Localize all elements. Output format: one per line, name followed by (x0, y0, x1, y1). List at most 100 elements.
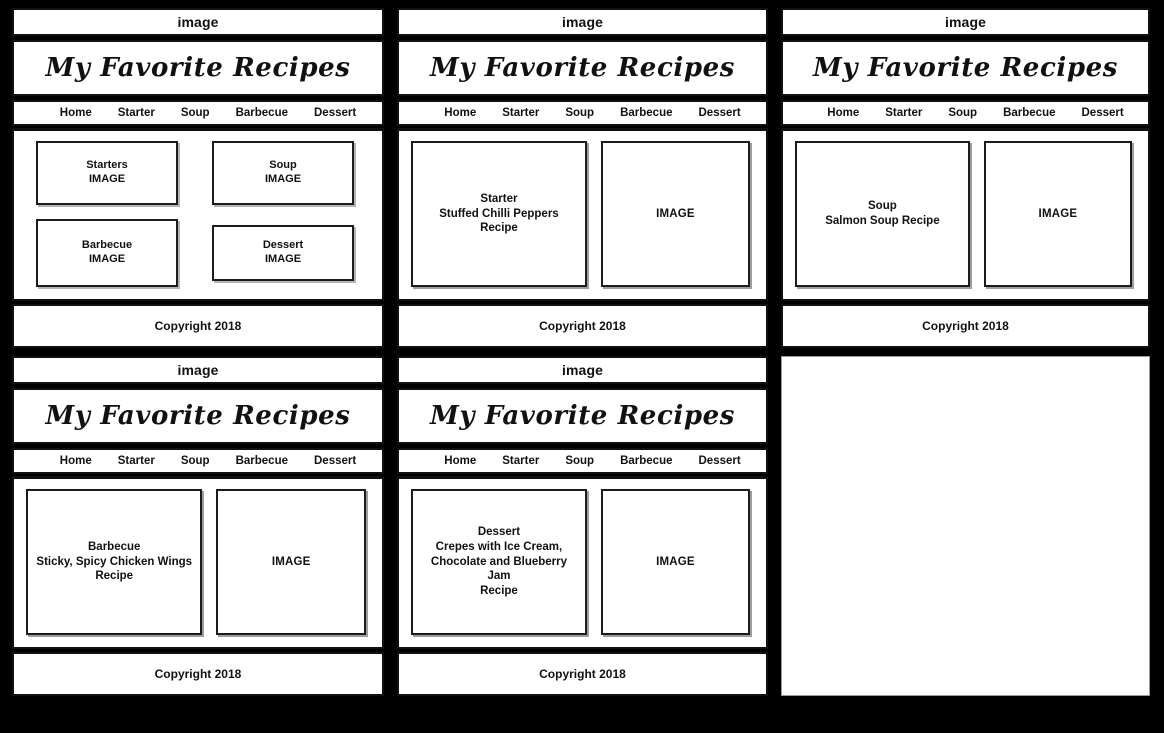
panel-dessert-inner: image My Favorite Recipes Home Starter S… (397, 356, 768, 696)
recipe-content-area: Dessert Crepes with Ice Cream, Chocolate… (397, 476, 768, 649)
image-bar: image (397, 8, 768, 36)
panel-home[interactable]: image My Favorite Recipes Home Starter S… (12, 8, 384, 348)
nav-item-barbecue[interactable]: Barbecue (236, 107, 288, 119)
recipe-text-box[interactable]: Starter Stuffed Chilli Peppers Recipe (411, 141, 587, 287)
nav-item-dessert[interactable]: Dessert (1082, 107, 1124, 119)
panel-barbecue[interactable]: image My Favorite Recipes Home Starter S… (12, 356, 384, 696)
image-bar: image (781, 8, 1150, 36)
nav-item-soup[interactable]: Soup (181, 455, 210, 467)
nav-item-barbecue[interactable]: Barbecue (1003, 107, 1055, 119)
category-tile-title: Starters (86, 159, 128, 172)
nav-item-home[interactable]: Home (444, 107, 476, 119)
recipe-text-box[interactable]: Dessert Crepes with Ice Cream, Chocolate… (411, 489, 587, 635)
panel-soup-inner: image My Favorite Recipes Home Starter S… (781, 8, 1150, 348)
panel-blank-inner (781, 356, 1150, 696)
nav-list: Home Starter Soup Barbecue Dessert (444, 455, 740, 467)
nav-item-starter[interactable]: Starter (118, 107, 155, 119)
recipe-content-area: Barbecue Sticky, Spicy Chicken Wings Rec… (12, 476, 384, 649)
recipe-content-area: Starter Stuffed Chilli Peppers Recipe IM… (397, 128, 768, 301)
panel-blank[interactable] (781, 356, 1150, 696)
footer-bar: Copyright 2018 (12, 652, 384, 696)
storyboard-canvas: image My Favorite Recipes Home Starter S… (0, 0, 1164, 733)
nav-item-home[interactable]: Home (60, 107, 92, 119)
site-title: My Favorite Recipes (397, 388, 768, 444)
nav-list: Home Starter Soup Barbecue Dessert (60, 455, 356, 467)
nav-item-starter[interactable]: Starter (502, 455, 539, 467)
category-tile-title: Dessert (262, 239, 304, 252)
category-tile-barbecue[interactable]: Barbecue IMAGE (36, 219, 178, 287)
category-tile-grid: Starters IMAGE Soup IMAGE Barbecue IMAGE… (24, 139, 372, 291)
nav-item-home[interactable]: Home (827, 107, 859, 119)
navigation-bar[interactable]: Home Starter Soup Barbecue Dessert (12, 448, 384, 474)
nav-item-soup[interactable]: Soup (948, 107, 977, 119)
image-placeholder-label: IMAGE (656, 556, 695, 568)
recipe-image-placeholder[interactable]: IMAGE (983, 141, 1132, 287)
site-title: My Favorite Recipes (12, 388, 384, 444)
nav-item-starter[interactable]: Starter (885, 107, 922, 119)
recipe-caption: Soup Salmon Soup Recipe (825, 200, 940, 227)
nav-list: Home Starter Soup Barbecue Dessert (60, 107, 356, 119)
recipe-caption: Dessert Crepes with Ice Cream, Chocolate… (430, 526, 568, 598)
panel-starter[interactable]: image My Favorite Recipes Home Starter S… (397, 8, 768, 348)
recipe-image-placeholder[interactable]: IMAGE (600, 141, 750, 287)
panel-home-inner: image My Favorite Recipes Home Starter S… (12, 8, 384, 348)
image-bar: image (12, 8, 384, 36)
nav-item-barbecue[interactable]: Barbecue (236, 455, 288, 467)
category-tile-dessert[interactable]: Dessert IMAGE (212, 225, 354, 281)
navigation-bar[interactable]: Home Starter Soup Barbecue Dessert (781, 100, 1150, 126)
image-placeholder-label: IMAGE (271, 556, 311, 568)
footer-bar: Copyright 2018 (781, 304, 1150, 348)
panel-dessert[interactable]: image My Favorite Recipes Home Starter S… (397, 356, 768, 696)
nav-item-soup[interactable]: Soup (181, 107, 210, 119)
category-tile-subtitle: IMAGE (88, 173, 126, 185)
recipe-image-placeholder[interactable]: IMAGE (600, 489, 750, 635)
category-tile-subtitle: IMAGE (264, 253, 302, 265)
nav-item-home[interactable]: Home (60, 455, 92, 467)
recipe-image-placeholder[interactable]: IMAGE (216, 489, 366, 635)
image-placeholder-label: IMAGE (1038, 208, 1078, 220)
category-tile-title: Barbecue (81, 239, 133, 252)
category-tile-subtitle: IMAGE (88, 253, 126, 265)
recipe-caption: Starter Stuffed Chilli Peppers Recipe (439, 192, 559, 235)
site-title: My Favorite Recipes (781, 40, 1150, 96)
footer-bar: Copyright 2018 (397, 652, 768, 696)
navigation-bar[interactable]: Home Starter Soup Barbecue Dessert (12, 100, 384, 126)
site-title: My Favorite Recipes (397, 40, 768, 96)
recipe-row: Dessert Crepes with Ice Cream, Chocolate… (409, 487, 756, 639)
home-content-area: Starters IMAGE Soup IMAGE Barbecue IMAGE… (12, 128, 384, 301)
navigation-bar[interactable]: Home Starter Soup Barbecue Dessert (397, 448, 768, 474)
panel-starter-inner: image My Favorite Recipes Home Starter S… (397, 8, 768, 348)
image-placeholder-label: IMAGE (656, 208, 695, 220)
nav-item-barbecue[interactable]: Barbecue (620, 107, 672, 119)
nav-item-dessert[interactable]: Dessert (699, 107, 741, 119)
recipe-caption: Barbecue Sticky, Spicy Chicken Wings Rec… (36, 540, 193, 583)
recipe-text-box[interactable]: Barbecue Sticky, Spicy Chicken Wings Rec… (26, 489, 203, 635)
image-bar: image (397, 356, 768, 384)
panel-soup[interactable]: image My Favorite Recipes Home Starter S… (781, 8, 1150, 348)
nav-item-dessert[interactable]: Dessert (314, 455, 356, 467)
footer-bar: Copyright 2018 (12, 304, 384, 348)
nav-item-starter[interactable]: Starter (502, 107, 539, 119)
footer-bar: Copyright 2018 (397, 304, 768, 348)
category-tile-starters[interactable]: Starters IMAGE (36, 141, 178, 205)
recipe-row: Starter Stuffed Chilli Peppers Recipe IM… (409, 139, 756, 291)
recipe-row: Soup Salmon Soup Recipe IMAGE (793, 139, 1138, 291)
recipe-text-box[interactable]: Soup Salmon Soup Recipe (795, 141, 970, 287)
nav-item-barbecue[interactable]: Barbecue (620, 455, 672, 467)
recipe-content-area: Soup Salmon Soup Recipe IMAGE (781, 128, 1150, 301)
category-tile-subtitle: IMAGE (264, 173, 302, 185)
panel-barbecue-inner: image My Favorite Recipes Home Starter S… (12, 356, 384, 696)
nav-item-starter[interactable]: Starter (118, 455, 155, 467)
recipe-row: Barbecue Sticky, Spicy Chicken Wings Rec… (24, 487, 372, 639)
nav-item-dessert[interactable]: Dessert (314, 107, 356, 119)
nav-item-dessert[interactable]: Dessert (699, 455, 741, 467)
nav-list: Home Starter Soup Barbecue Dessert (444, 107, 740, 119)
nav-list: Home Starter Soup Barbecue Dessert (827, 107, 1123, 119)
nav-item-soup[interactable]: Soup (565, 107, 594, 119)
nav-item-soup[interactable]: Soup (565, 455, 594, 467)
category-tile-soup[interactable]: Soup IMAGE (212, 141, 354, 205)
image-bar: image (12, 356, 384, 384)
nav-item-home[interactable]: Home (444, 455, 476, 467)
navigation-bar[interactable]: Home Starter Soup Barbecue Dessert (397, 100, 768, 126)
site-title: My Favorite Recipes (12, 40, 384, 96)
